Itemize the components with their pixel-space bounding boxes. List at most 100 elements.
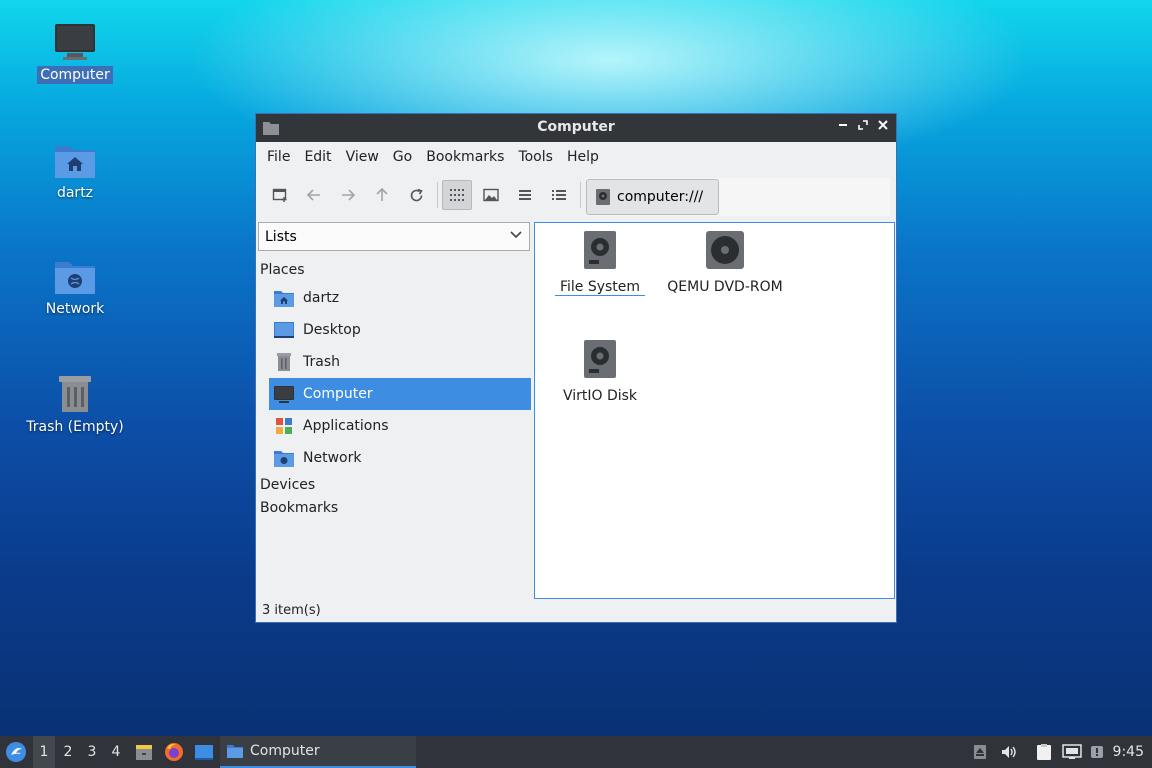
up-button[interactable] bbox=[367, 180, 397, 210]
tray-network[interactable] bbox=[1061, 736, 1083, 768]
item-label: VirtIO Disk bbox=[562, 388, 638, 404]
workspace-3[interactable]: 3 bbox=[81, 736, 103, 768]
menu-bookmarks[interactable]: Bookmarks bbox=[419, 149, 511, 165]
sidebar-item-label: Computer bbox=[303, 386, 373, 402]
notification-icon bbox=[1091, 746, 1103, 758]
start-menu-button[interactable] bbox=[2, 736, 30, 768]
drive-icon bbox=[596, 189, 610, 205]
new-window-icon bbox=[272, 188, 287, 202]
clock[interactable]: 9:45 bbox=[1113, 744, 1144, 760]
close-icon bbox=[878, 120, 888, 130]
title-bar[interactable]: Computer bbox=[256, 114, 896, 142]
desktop-icon-network[interactable]: Network bbox=[20, 256, 130, 318]
item-qemu-dvd-rom[interactable]: QEMU DVD-ROM bbox=[660, 230, 790, 295]
item-virtio-disk[interactable]: VirtIO Disk bbox=[555, 339, 645, 404]
optical-drive-icon bbox=[706, 231, 744, 269]
sidebar-item-label: Applications bbox=[303, 418, 389, 434]
menu-edit[interactable]: Edit bbox=[297, 149, 338, 165]
folder-icon bbox=[227, 745, 243, 758]
workspace-2[interactable]: 2 bbox=[57, 736, 79, 768]
back-button[interactable] bbox=[299, 180, 329, 210]
menu-view[interactable]: View bbox=[339, 149, 386, 165]
sidebar-item-network[interactable]: Network bbox=[269, 442, 531, 474]
desktop-icon-label: dartz bbox=[56, 185, 94, 201]
reload-icon bbox=[410, 188, 423, 201]
forward-button[interactable] bbox=[333, 180, 363, 210]
network-folder-icon bbox=[55, 262, 95, 294]
workspace-1[interactable]: 1 bbox=[33, 736, 55, 768]
icon-view-button[interactable] bbox=[442, 180, 472, 210]
desktop-icon-label: Network bbox=[45, 301, 105, 317]
menu-file[interactable]: File bbox=[260, 149, 297, 165]
sidebar-item-label: Desktop bbox=[303, 322, 361, 338]
compact-view-button[interactable] bbox=[510, 180, 540, 210]
volume-icon bbox=[1002, 746, 1016, 758]
desktop-icon-trash[interactable]: Trash (Empty) bbox=[20, 372, 130, 436]
network-folder-icon bbox=[274, 451, 294, 467]
quicklaunch-show-desktop[interactable] bbox=[192, 736, 216, 768]
arrow-up-icon bbox=[376, 188, 388, 201]
sidebar-mode-label: Lists bbox=[265, 229, 297, 245]
sidebar-item-computer[interactable]: Computer bbox=[269, 378, 531, 410]
reload-button[interactable] bbox=[401, 180, 431, 210]
close-button[interactable] bbox=[874, 118, 892, 136]
file-view[interactable]: File System QEMU DVD-ROM VirtIO Disk bbox=[534, 222, 895, 599]
image-icon bbox=[483, 188, 499, 202]
sidebar-item-trash[interactable]: Trash bbox=[269, 346, 531, 378]
desktop-icon-computer[interactable]: Computer bbox=[20, 22, 130, 84]
minimize-button[interactable] bbox=[834, 118, 852, 136]
network-icon bbox=[1062, 744, 1082, 759]
tray-volume[interactable] bbox=[998, 736, 1020, 768]
path-label: computer:/// bbox=[617, 189, 704, 205]
section-devices[interactable]: Devices bbox=[260, 477, 315, 493]
desktop-icon-dartz[interactable]: dartz bbox=[20, 140, 130, 202]
menu-bar: File Edit View Go Bookmarks Tools Help bbox=[256, 142, 896, 172]
sidebar-mode-select[interactable]: Lists bbox=[258, 222, 530, 251]
menu-help[interactable]: Help bbox=[560, 149, 606, 165]
desktop-icon-label: Computer bbox=[37, 66, 113, 84]
quicklaunch-file-manager[interactable] bbox=[132, 736, 156, 768]
item-file-system[interactable]: File System bbox=[555, 230, 645, 296]
arrow-left-icon bbox=[307, 189, 320, 201]
applications-icon bbox=[276, 418, 292, 434]
file-cabinet-icon bbox=[136, 745, 152, 760]
grid-icon bbox=[450, 189, 464, 201]
path-button-computer[interactable]: computer:/// bbox=[586, 179, 719, 215]
home-folder-icon bbox=[55, 146, 95, 178]
home-folder-icon bbox=[274, 291, 294, 307]
sidebar-item-label: Network bbox=[303, 450, 362, 466]
file-manager-window: Computer File Edit View Go Bookmarks Too… bbox=[255, 113, 897, 623]
desktop-icon-label: Trash (Empty) bbox=[26, 419, 124, 435]
menu-tools[interactable]: Tools bbox=[511, 149, 560, 165]
detailed-view-button[interactable] bbox=[544, 180, 574, 210]
section-places[interactable]: Places bbox=[260, 262, 305, 278]
list-icon bbox=[519, 190, 531, 200]
status-bar: 3 item(s) bbox=[262, 603, 321, 618]
clipboard-icon bbox=[1037, 744, 1051, 760]
section-bookmarks[interactable]: Bookmarks bbox=[260, 500, 338, 516]
sidebar-item-label: dartz bbox=[303, 290, 340, 306]
computer-icon bbox=[274, 386, 294, 403]
desktop-icon bbox=[195, 745, 213, 760]
sidebar-item-desktop[interactable]: Desktop bbox=[269, 314, 531, 346]
sidebar-item-dartz[interactable]: dartz bbox=[269, 282, 531, 314]
minimize-icon bbox=[839, 124, 847, 126]
workspace-4[interactable]: 4 bbox=[105, 736, 127, 768]
quicklaunch-firefox[interactable] bbox=[162, 736, 186, 768]
eject-icon bbox=[974, 745, 986, 759]
tray-clipboard[interactable] bbox=[1033, 736, 1055, 768]
sidebar-item-applications[interactable]: Applications bbox=[269, 410, 531, 442]
lxqt-logo-icon bbox=[6, 742, 26, 762]
task-computer[interactable]: Computer bbox=[220, 736, 416, 768]
thumbnail-view-button[interactable] bbox=[476, 180, 506, 210]
maximize-icon bbox=[858, 120, 868, 130]
menu-go[interactable]: Go bbox=[386, 149, 419, 165]
chevron-down-icon bbox=[510, 231, 522, 239]
maximize-button[interactable] bbox=[854, 118, 872, 136]
task-label: Computer bbox=[250, 743, 320, 759]
tray-removable-media[interactable] bbox=[970, 736, 990, 768]
tray-notification[interactable] bbox=[1088, 736, 1106, 768]
item-label: File System bbox=[555, 279, 645, 296]
firefox-icon bbox=[165, 743, 183, 761]
new-window-button[interactable] bbox=[265, 180, 295, 210]
